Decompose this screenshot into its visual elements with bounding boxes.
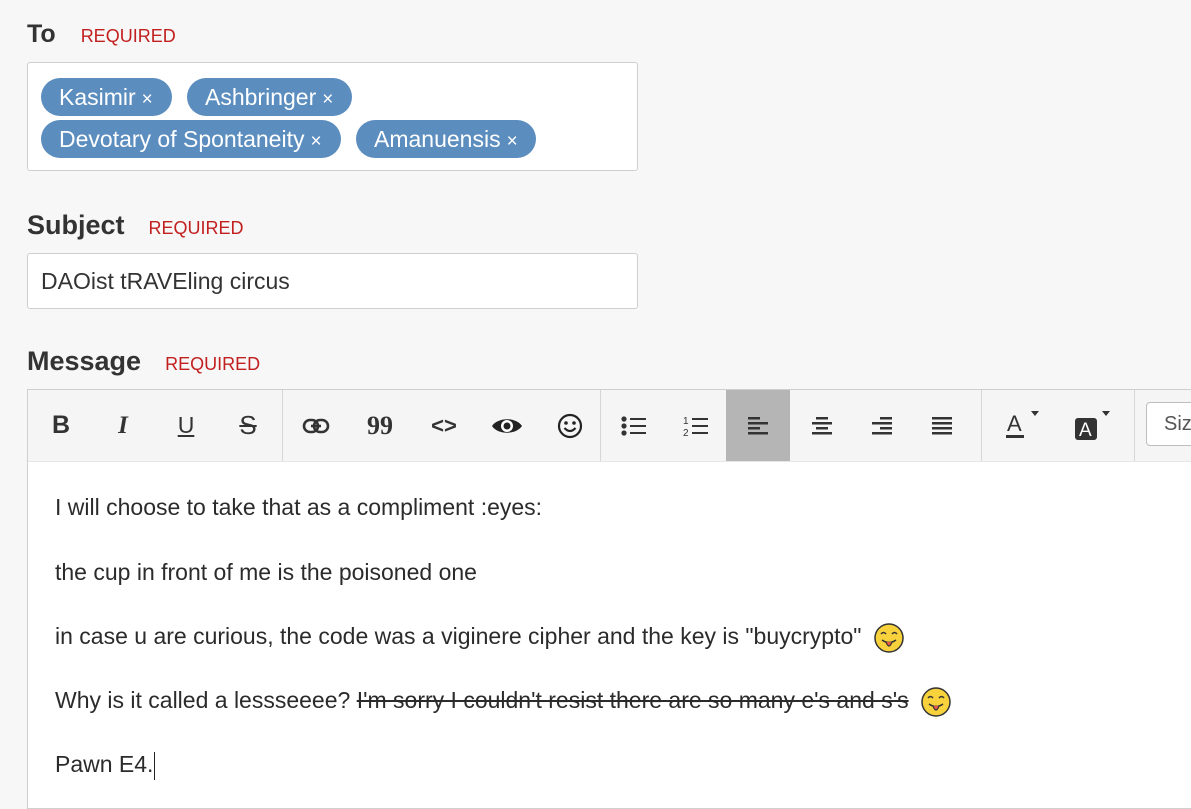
- message-line: Why is it called a lessseeee? I'm sorry …: [55, 687, 951, 717]
- align-right-button[interactable]: [862, 390, 902, 461]
- align-center-icon: [812, 416, 832, 434]
- link-icon: [302, 418, 330, 433]
- message-text: Why is it called a lessseeee?: [55, 687, 357, 714]
- subject-input[interactable]: DAOist tRAVEling circus: [27, 253, 638, 309]
- message-label-row: Message REQUIRED: [27, 346, 260, 377]
- font-color-button[interactable]: A: [999, 390, 1045, 461]
- message-label: Message: [27, 346, 142, 376]
- subject-label-row: Subject REQUIRED: [27, 210, 244, 241]
- svg-text:A: A: [1007, 411, 1022, 436]
- recipient-name: Amanuensis: [374, 126, 501, 152]
- svg-text:2: 2: [683, 428, 689, 438]
- message-line: Pawn E4.: [55, 751, 156, 780]
- font-size-dropdown[interactable]: Size: [1146, 402, 1191, 446]
- remove-recipient-icon[interactable]: ×: [142, 89, 153, 110]
- align-justify-icon: [932, 416, 952, 434]
- numbered-list-button[interactable]: 1 2: [676, 390, 716, 461]
- message-text: Pawn E4.: [55, 751, 154, 777]
- recipient-name: Ashbringer: [205, 84, 317, 110]
- message-editor[interactable]: B I U S 99 <> 1 2 A A Siz I will choose …: [27, 389, 1191, 809]
- emoji-button[interactable]: [550, 390, 590, 461]
- eye-icon: [492, 418, 522, 433]
- quote-button[interactable]: 99: [360, 390, 400, 461]
- align-left-icon: [748, 416, 768, 434]
- recipient-name: Kasimir: [59, 84, 136, 110]
- svg-text:A: A: [1079, 420, 1092, 441]
- recipient-chip[interactable]: Devotary of Spontaneity ×: [41, 120, 341, 158]
- recipient-name: Devotary of Spontaneity: [59, 126, 305, 152]
- align-justify-button[interactable]: [922, 390, 962, 461]
- to-label: To: [27, 20, 56, 48]
- format-group: 1 2: [600, 390, 982, 461]
- message-text: in case u are curious, the code was a vi…: [55, 623, 862, 650]
- align-left-button[interactable]: [726, 390, 790, 461]
- align-right-icon: [872, 416, 892, 434]
- text-caret: [154, 751, 156, 780]
- remove-recipient-icon[interactable]: ×: [310, 131, 321, 152]
- background-color-button[interactable]: A: [1069, 390, 1115, 461]
- text-style-group: B I U S: [28, 390, 283, 461]
- recipient-chip[interactable]: Amanuensis ×: [356, 120, 536, 158]
- editor-toolbar: B I U S 99 <> 1 2 A A Siz: [28, 390, 1191, 462]
- to-label-row: To REQUIRED: [27, 20, 176, 49]
- tongue-emoji-icon: [921, 687, 951, 717]
- svg-text:1: 1: [683, 416, 689, 427]
- align-center-button[interactable]: [802, 390, 842, 461]
- recipient-chip[interactable]: Kasimir ×: [41, 78, 172, 116]
- background-color-icon: A: [1075, 410, 1110, 441]
- message-line: the cup in front of me is the poisoned o…: [55, 559, 477, 585]
- font-color-icon: A: [1006, 410, 1039, 438]
- preview-button[interactable]: [487, 390, 527, 461]
- link-button[interactable]: [296, 390, 336, 461]
- bullet-list-icon: [621, 415, 646, 436]
- underline-button[interactable]: U: [167, 390, 205, 461]
- message-line: I will choose to take that as a complime…: [55, 494, 543, 520]
- insert-group: 99 <>: [282, 390, 601, 461]
- remove-recipient-icon[interactable]: ×: [322, 89, 333, 110]
- subject-label: Subject: [27, 210, 125, 240]
- recipients-field[interactable]: Kasimir × Ashbringer × Devotary of Spontan…: [27, 62, 638, 171]
- italic-button[interactable]: I: [104, 390, 142, 461]
- strikethrough-text: I'm sorry I couldn't resist there are so…: [356, 687, 909, 714]
- bold-button[interactable]: B: [42, 390, 80, 461]
- to-required-badge: REQUIRED: [80, 26, 176, 46]
- emoji-icon: [557, 413, 583, 438]
- message-required-badge: REQUIRED: [165, 354, 261, 374]
- strikethrough-button[interactable]: S: [228, 390, 268, 461]
- subject-required-badge: REQUIRED: [148, 218, 244, 238]
- bullet-list-button[interactable]: [614, 390, 654, 461]
- message-line: in case u are curious, the code was a vi…: [55, 623, 904, 653]
- code-button[interactable]: <>: [424, 390, 464, 461]
- recipient-chip[interactable]: Ashbringer ×: [187, 78, 352, 116]
- numbered-list-icon: 1 2: [683, 416, 708, 438]
- remove-recipient-icon[interactable]: ×: [507, 131, 518, 152]
- color-group: A A: [981, 390, 1135, 461]
- tongue-emoji-icon: [874, 623, 904, 653]
